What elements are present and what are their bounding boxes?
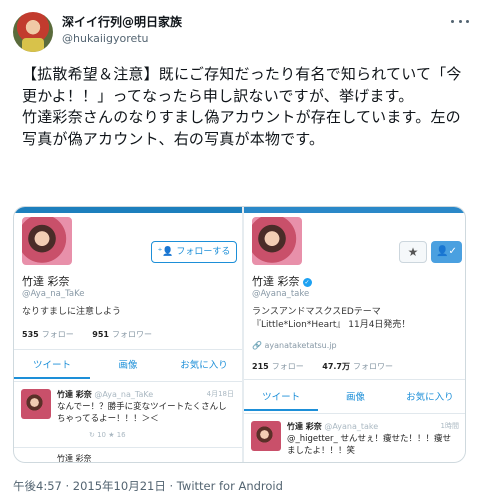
tweet-time: 4月18日 <box>206 390 234 398</box>
tab-favorites: お気に入り <box>406 392 454 403</box>
profile-url: 🔗 ayanataketatsu.jp <box>252 341 337 350</box>
divider <box>244 413 465 414</box>
author-avatar[interactable] <box>13 12 53 52</box>
profile-bio: ランスアンドマスクスEDテーマ 『Little*Lion*Heart』 11月4… <box>252 307 411 330</box>
followers-label: フォロワー <box>353 362 393 371</box>
profile-tabs: ツイート 画像 お気に入り <box>244 387 465 411</box>
tweet-author: 竹達 彩奈 @Ayana_take <box>287 422 379 431</box>
followers-label: フォロワー <box>111 330 152 339</box>
followers-count: 47.7万 <box>322 362 350 371</box>
tweet-body: なんでー！？勝手に変なツイートたくさんしちゃってるよー！！！＞＜ <box>57 402 227 424</box>
tweet-time: 1時間 <box>440 422 459 430</box>
tab-tweets: ツイート <box>244 387 319 411</box>
profile-avatar <box>250 215 304 267</box>
tweet-media-image[interactable]: ⁺👤 フォローする 竹達 彩奈 @Aya_na_TaKe なりすましに注意しよう… <box>13 206 466 463</box>
tab-favorites: お気に入り <box>180 360 228 371</box>
tweet-actions: ↻ 10 ★ 16 <box>89 431 126 439</box>
tweet-text: 【拡散希望＆注意】既にご存知だったり有名で知られていて「今更かよ！！」ってなった… <box>22 65 462 148</box>
tab-images: 画像 <box>345 392 365 403</box>
following-count: 215 <box>252 362 269 371</box>
profile-stats: 215 フォロー 47.7万 フォロワー <box>252 361 393 372</box>
profile-tweet: 竹達 彩奈 @Aya_na_TaKe 4月18日 なんでー！？勝手に変なツイート… <box>14 389 242 445</box>
verified-badge-icon: ✓ <box>302 278 312 287</box>
profile-name: 竹達 彩奈 <box>22 275 70 288</box>
profile-handle: @Aya_na_TaKe <box>22 289 85 299</box>
profile-handle: @Ayana_take <box>252 289 310 299</box>
profile-name: 竹達 彩奈 ✓ <box>252 275 312 288</box>
tweet-timestamp[interactable]: 午後4:57 · 2015年10月21日 · Twitter for Andro… <box>13 478 283 494</box>
follow-button: ⁺👤 フォローする <box>151 241 237 263</box>
followers-count: 951 <box>92 330 109 339</box>
real-account-screenshot: ★ 👤✓ 竹達 彩奈 ✓ @Ayana_take ランスアンドマスクスEDテーマ … <box>244 207 465 462</box>
profile-stats: 535 フォロー 951 フォロワー <box>22 329 152 340</box>
following-label: フォロー <box>41 330 74 339</box>
profile-header-bar <box>244 207 465 213</box>
tweet-avatar <box>251 421 281 451</box>
author-display-name[interactable]: 深イイ行列@明日家族 <box>62 13 182 30</box>
following-label: フォロー <box>271 362 304 371</box>
more-icon[interactable] <box>451 18 469 24</box>
profile-header-bar <box>14 207 242 213</box>
tab-images: 画像 <box>118 360 138 371</box>
person-plus-icon: ⁺👤 <box>157 247 177 257</box>
tweet-avatar <box>21 389 51 419</box>
tweet-author: 竹達 彩奈 <box>57 454 92 463</box>
tab-tweets: ツイート <box>14 355 90 379</box>
tweet-body: @_higetter_ せんせぇ！痩せた！！！痩せましたよ！！！笑 <box>287 434 451 456</box>
fake-account-screenshot: ⁺👤 フォローする 竹達 彩奈 @Aya_na_TaKe なりすましに注意しよう… <box>14 207 242 463</box>
following-count: 535 <box>22 330 39 339</box>
profile-avatar <box>20 215 74 267</box>
profile-tweet-peek: 竹達 彩奈 <box>14 453 242 463</box>
divider <box>14 349 242 350</box>
profile-tweet: 竹達 彩奈 @Ayana_take 1時間 @_higetter_ せんせぇ！痩… <box>244 421 465 461</box>
divider <box>14 381 242 382</box>
author-handle[interactable]: @hukaiigyoretu <box>62 32 149 45</box>
profile-bio: なりすましに注意しよう <box>22 307 122 317</box>
divider <box>244 379 465 380</box>
star-icon: ★ <box>399 241 427 263</box>
person-plus-icon: 👤✓ <box>431 241 462 263</box>
divider <box>14 447 242 448</box>
profile-tabs: ツイート 画像 お気に入り <box>14 355 242 379</box>
follow-button-label: フォローする <box>176 247 231 257</box>
tweet-author: 竹達 彩奈 @Aya_na_TaKe <box>57 390 154 399</box>
